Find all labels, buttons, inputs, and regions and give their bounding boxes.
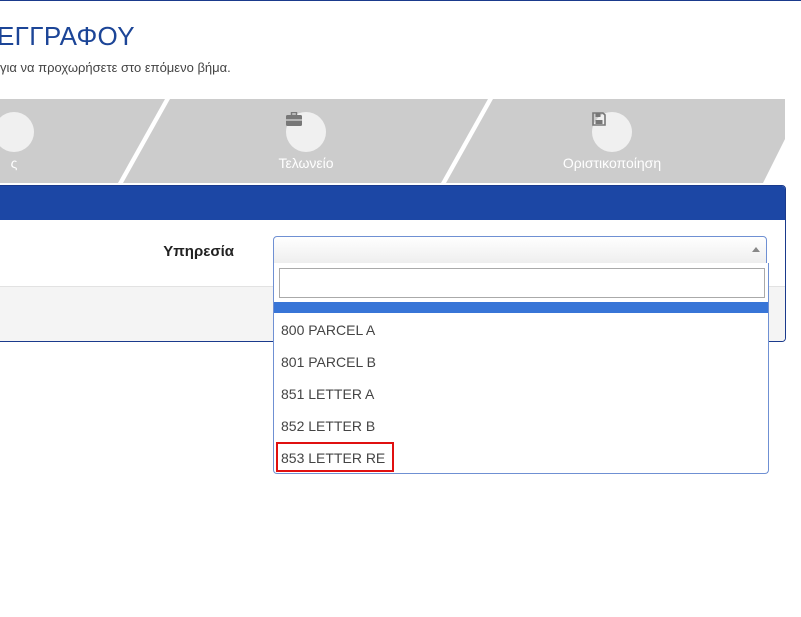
option-label: 851 LETTER A [281, 386, 375, 402]
option-label: 853 LETTER RE [281, 450, 386, 466]
dropdown-options: 800 PARCEL A 801 PARCEL B 851 LETTER A 8… [274, 302, 768, 473]
option-label: 852 LETTER B [281, 418, 376, 434]
briefcase-icon [286, 112, 326, 152]
step-previous[interactable]: ς [0, 99, 84, 183]
wizard-stepper: ς Τελωνείο Οριστικοποίηση [0, 99, 801, 183]
option-851-letter-a[interactable]: 851 LETTER A [274, 377, 768, 409]
step-customs[interactable]: Τελωνείο [236, 99, 376, 183]
panel-header [0, 186, 785, 220]
option-853-letter-re[interactable]: 853 LETTER RE [274, 441, 768, 473]
page-title: ΕΓΓΡΑΦΟΥ [0, 21, 135, 51]
service-dropdown: 800 PARCEL A 801 PARCEL B 851 LETTER A 8… [273, 263, 769, 474]
option-801-parcel-b[interactable]: 801 PARCEL B [274, 345, 768, 377]
step-label: Οριστικοποίηση [562, 155, 662, 171]
service-select[interactable] [273, 236, 767, 264]
caret-up-icon[interactable] [752, 247, 760, 252]
step-icon [0, 112, 34, 152]
step-label: ς [10, 155, 18, 171]
dropdown-search-input[interactable] [279, 268, 765, 298]
option-label: 800 PARCEL A [281, 322, 376, 338]
step-finalization[interactable]: Οριστικοποίηση [542, 99, 682, 183]
service-label: Υπηρεσία [163, 243, 234, 260]
highlighted-option[interactable] [274, 302, 768, 313]
top-border [0, 0, 801, 1]
step-label: Τελωνείο [278, 155, 334, 171]
save-floppy-icon [592, 112, 632, 152]
option-852-letter-b[interactable]: 852 LETTER B [274, 409, 768, 441]
page-subtitle: για να προχωρήσετε στο επόμενο βήμα. [0, 60, 231, 75]
option-800-parcel-a[interactable]: 800 PARCEL A [274, 313, 768, 345]
option-label: 801 PARCEL B [281, 354, 376, 370]
